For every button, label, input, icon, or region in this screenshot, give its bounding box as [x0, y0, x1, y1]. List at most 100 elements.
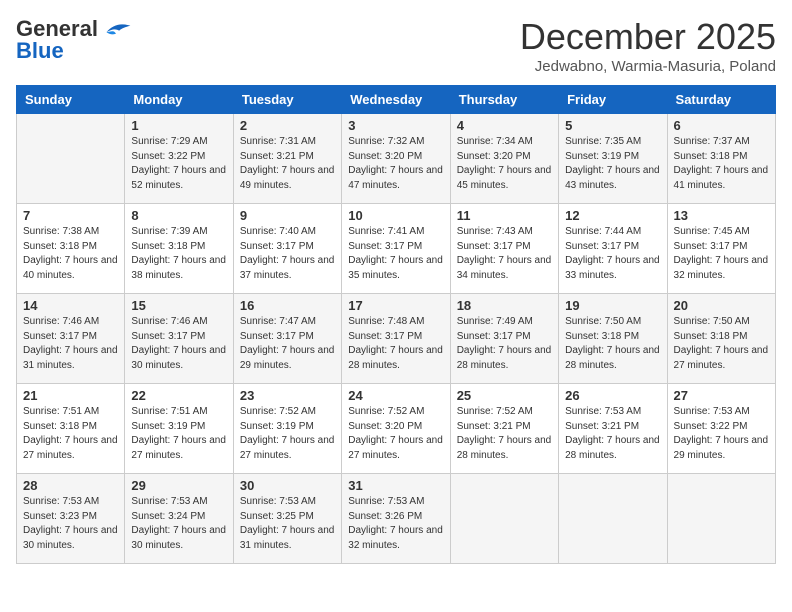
day-info: Sunrise: 7:52 AMSunset: 3:21 PMDaylight:…	[457, 405, 552, 463]
day-cell	[450, 474, 558, 564]
day-number: 26	[565, 388, 660, 403]
month-year-title: December 2025	[520, 16, 776, 58]
day-number: 23	[240, 388, 335, 403]
week-row-1: 1 Sunrise: 7:29 AMSunset: 3:22 PMDaylight…	[17, 114, 776, 204]
page-header: General Blue December 2025 Jedwabno, War…	[16, 16, 776, 75]
day-cell: 15Sunrise: 7:46 AMSunset: 3:17 PMDayligh…	[125, 294, 233, 384]
day-info: Sunrise: 7:46 AMSunset: 3:17 PMDaylight:…	[131, 315, 226, 373]
day-cell: 27 Sunrise: 7:53 AMSunset: 3:22 PMDayligh…	[667, 384, 775, 474]
day-cell: 20Sunrise: 7:50 AMSunset: 3:18 PMDayligh…	[667, 294, 775, 384]
day-info: Sunrise: 7:37 AMSunset: 3:18 PMDaylight:…	[674, 135, 769, 193]
day-info: Sunrise: 7:41 AMSunset: 3:17 PMDaylight:…	[348, 225, 443, 283]
day-info: Sunrise: 7:45 AMSunset: 3:17 PMDaylight:…	[674, 225, 769, 283]
day-number: 19	[565, 298, 660, 313]
week-row-3: 14 Sunrise: 7:46 AMSunset: 3:17 PMDayligh…	[17, 294, 776, 384]
day-number: 22	[131, 388, 226, 403]
header-cell-wednesday: Wednesday	[342, 86, 450, 114]
day-cell: 3Sunrise: 7:32 AMSunset: 3:20 PMDaylight…	[342, 114, 450, 204]
day-number: 3	[348, 118, 443, 133]
day-info: Sunrise: 7:49 AMSunset: 3:17 PMDaylight:…	[457, 315, 552, 373]
week-row-5: 28Sunrise: 7:53 AMSunset: 3:23 PMDayligh…	[17, 474, 776, 564]
day-cell: 28Sunrise: 7:53 AMSunset: 3:23 PMDayligh…	[17, 474, 125, 564]
day-info: Sunrise: 7:40 AMSunset: 3:17 PMDaylight:…	[240, 225, 335, 283]
day-info: Sunrise: 7:44 AMSunset: 3:17 PMDaylight:…	[565, 225, 660, 283]
location-subtitle: Jedwabno, Warmia-Masuria, Poland	[520, 58, 776, 75]
day-cell: 24 Sunrise: 7:52 AMSunset: 3:20 PMDayligh…	[342, 384, 450, 474]
day-cell	[667, 474, 775, 564]
day-cell: 7 Sunrise: 7:38 AMSunset: 3:18 PMDaylight…	[17, 204, 125, 294]
day-cell: 14Sunrise: 7:46 AMSunset: 3:17 PMDayligh…	[17, 294, 125, 384]
day-cell: 23 Sunrise: 7:52 AMSunset: 3:19 PMDayligh…	[233, 384, 341, 474]
day-info: Sunrise: 7:43 AMSunset: 3:17 PMDaylight:…	[457, 225, 552, 283]
day-cell: 13 Sunrise: 7:45 AMSunset: 3:17 PMDayligh…	[667, 204, 775, 294]
day-number: 12	[565, 208, 660, 223]
calendar-body: 1 Sunrise: 7:29 AMSunset: 3:22 PMDaylight…	[17, 114, 776, 564]
day-cell: 2Sunrise: 7:31 AMSunset: 3:21 PMDaylight…	[233, 114, 341, 204]
calendar-header: SundayMondayTuesdayWednesdayThursdayFrid…	[17, 86, 776, 114]
day-cell: 8Sunrise: 7:39 AMSunset: 3:18 PMDaylight…	[125, 204, 233, 294]
logo-blue: Blue	[16, 38, 64, 64]
day-info: Sunrise: 7:47 AMSunset: 3:17 PMDaylight:…	[240, 315, 335, 373]
day-cell: 22 Sunrise: 7:51 AMSunset: 3:19 PMDayligh…	[125, 384, 233, 474]
day-info: Sunrise: 7:51 AMSunset: 3:18 PMDaylight:…	[23, 405, 118, 463]
title-block: December 2025 Jedwabno, Warmia-Masuria, …	[520, 16, 776, 75]
day-number: 25	[457, 388, 552, 403]
day-info: Sunrise: 7:52 AMSunset: 3:19 PMDaylight:…	[240, 405, 335, 463]
day-info: Sunrise: 7:38 AMSunset: 3:18 PMDaylight:…	[23, 225, 118, 283]
day-info: Sunrise: 7:29 AMSunset: 3:22 PMDaylight:…	[131, 135, 226, 193]
header-cell-monday: Monday	[125, 86, 233, 114]
header-row: SundayMondayTuesdayWednesdayThursdayFrid…	[17, 86, 776, 114]
day-info: Sunrise: 7:50 AMSunset: 3:18 PMDaylight:…	[565, 315, 660, 373]
day-cell	[559, 474, 667, 564]
day-cell: 29Sunrise: 7:53 AMSunset: 3:24 PMDayligh…	[125, 474, 233, 564]
week-row-2: 7 Sunrise: 7:38 AMSunset: 3:18 PMDaylight…	[17, 204, 776, 294]
day-number: 31	[348, 478, 443, 493]
day-number: 24	[348, 388, 443, 403]
day-info: Sunrise: 7:48 AMSunset: 3:17 PMDaylight:…	[348, 315, 443, 373]
day-cell: 26 Sunrise: 7:53 AMSunset: 3:21 PMDayligh…	[559, 384, 667, 474]
day-info: Sunrise: 7:53 AMSunset: 3:21 PMDaylight:…	[565, 405, 660, 463]
day-cell: 19 Sunrise: 7:50 AMSunset: 3:18 PMDayligh…	[559, 294, 667, 384]
day-info: Sunrise: 7:34 AMSunset: 3:20 PMDaylight:…	[457, 135, 552, 193]
day-cell: 4Sunrise: 7:34 AMSunset: 3:20 PMDaylight…	[450, 114, 558, 204]
day-number: 11	[457, 208, 552, 223]
day-cell	[17, 114, 125, 204]
day-info: Sunrise: 7:52 AMSunset: 3:20 PMDaylight:…	[348, 405, 443, 463]
day-cell: 12 Sunrise: 7:44 AMSunset: 3:17 PMDayligh…	[559, 204, 667, 294]
day-info: Sunrise: 7:53 AMSunset: 3:22 PMDaylight:…	[674, 405, 769, 463]
day-number: 7	[23, 208, 118, 223]
header-cell-friday: Friday	[559, 86, 667, 114]
day-cell: 30 Sunrise: 7:53 AMSunset: 3:25 PMDayligh…	[233, 474, 341, 564]
day-number: 17	[348, 298, 443, 313]
day-cell: 1 Sunrise: 7:29 AMSunset: 3:22 PMDaylight…	[125, 114, 233, 204]
day-cell: 17 Sunrise: 7:48 AMSunset: 3:17 PMDayligh…	[342, 294, 450, 384]
day-number: 9	[240, 208, 335, 223]
day-info: Sunrise: 7:39 AMSunset: 3:18 PMDaylight:…	[131, 225, 226, 283]
day-number: 30	[240, 478, 335, 493]
day-number: 14	[23, 298, 118, 313]
day-info: Sunrise: 7:31 AMSunset: 3:21 PMDaylight:…	[240, 135, 335, 193]
day-number: 1	[131, 118, 226, 133]
header-cell-tuesday: Tuesday	[233, 86, 341, 114]
day-cell: 11 Sunrise: 7:43 AMSunset: 3:17 PMDayligh…	[450, 204, 558, 294]
day-info: Sunrise: 7:53 AMSunset: 3:25 PMDaylight:…	[240, 495, 335, 553]
day-cell: 6Sunrise: 7:37 AMSunset: 3:18 PMDaylight…	[667, 114, 775, 204]
day-cell: 10 Sunrise: 7:41 AMSunset: 3:17 PMDayligh…	[342, 204, 450, 294]
day-number: 27	[674, 388, 769, 403]
day-info: Sunrise: 7:53 AMSunset: 3:24 PMDaylight:…	[131, 495, 226, 553]
day-info: Sunrise: 7:51 AMSunset: 3:19 PMDaylight:…	[131, 405, 226, 463]
day-number: 10	[348, 208, 443, 223]
day-number: 20	[674, 298, 769, 313]
day-info: Sunrise: 7:53 AMSunset: 3:23 PMDaylight:…	[23, 495, 118, 553]
day-number: 13	[674, 208, 769, 223]
day-cell: 21Sunrise: 7:51 AMSunset: 3:18 PMDayligh…	[17, 384, 125, 474]
day-cell: 18 Sunrise: 7:49 AMSunset: 3:17 PMDayligh…	[450, 294, 558, 384]
day-info: Sunrise: 7:35 AMSunset: 3:19 PMDaylight:…	[565, 135, 660, 193]
day-number: 18	[457, 298, 552, 313]
day-cell: 9 Sunrise: 7:40 AMSunset: 3:17 PMDaylight…	[233, 204, 341, 294]
logo: General Blue	[16, 16, 132, 64]
header-cell-sunday: Sunday	[17, 86, 125, 114]
day-number: 16	[240, 298, 335, 313]
header-cell-thursday: Thursday	[450, 86, 558, 114]
day-number: 5	[565, 118, 660, 133]
